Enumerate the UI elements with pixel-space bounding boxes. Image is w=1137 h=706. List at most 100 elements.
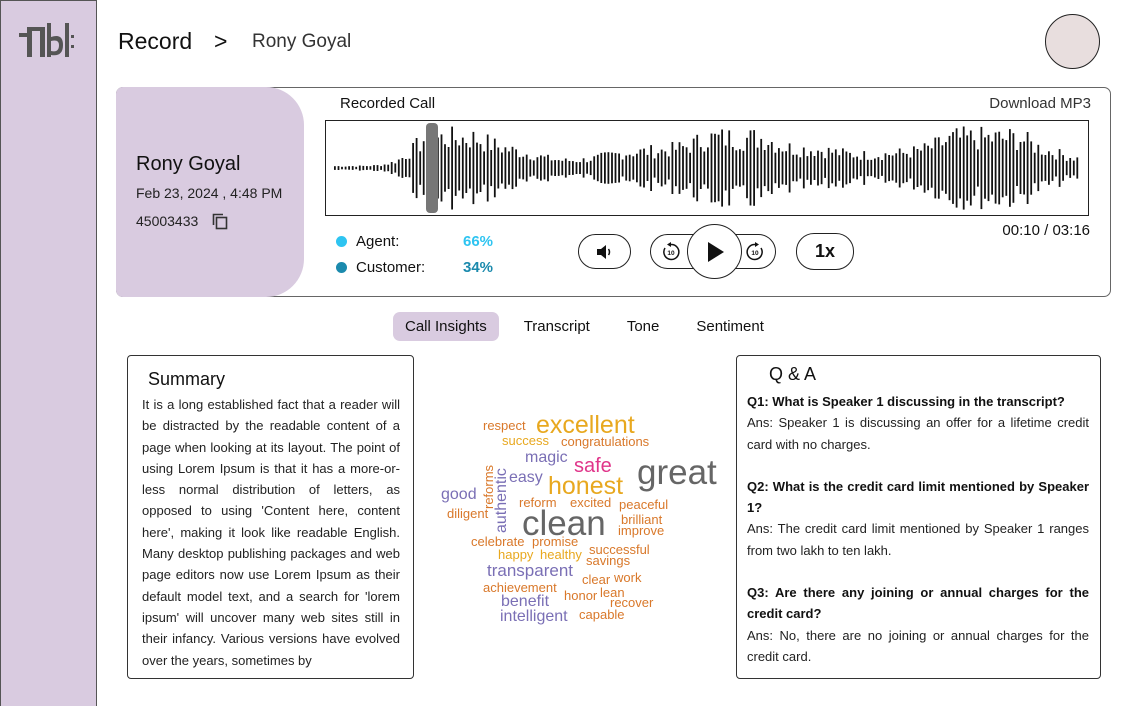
waveform-bar xyxy=(852,157,855,179)
waveform-bar xyxy=(397,159,400,177)
speed-label: 1x xyxy=(814,241,836,261)
tab-transcript[interactable]: Transcript xyxy=(512,312,602,341)
waveform-bar xyxy=(660,149,663,187)
copy-icon[interactable] xyxy=(212,213,228,230)
play-button[interactable] xyxy=(687,224,742,279)
waveform-graphic xyxy=(334,123,1079,213)
waveform-bar xyxy=(682,146,684,190)
waveform-bar xyxy=(973,140,976,196)
waveform-bar xyxy=(351,166,354,170)
waveform-bar xyxy=(760,138,763,198)
waveform-bar xyxy=(390,162,393,174)
waveform-bar xyxy=(689,152,691,184)
waveform-bar xyxy=(685,147,688,189)
word-good: good xyxy=(441,486,477,503)
waveform-bar xyxy=(667,156,670,180)
waveform-bar xyxy=(650,145,652,191)
waveform-bar xyxy=(561,160,564,176)
waveform-bar xyxy=(334,166,336,170)
tab-sentiment[interactable]: Sentiment xyxy=(684,312,776,341)
word-easy: easy xyxy=(509,469,543,486)
waveform-bar xyxy=(955,128,958,208)
waveform-bar xyxy=(671,142,674,194)
tab-call-insights[interactable]: Call Insights xyxy=(393,312,499,341)
waveform-bar xyxy=(554,160,556,176)
playhead-handle[interactable] xyxy=(426,123,438,213)
waveform-bar xyxy=(575,162,578,174)
waveform-bar xyxy=(895,153,898,183)
page-title[interactable]: Record xyxy=(118,28,192,55)
waveform-bar xyxy=(909,157,912,179)
waveform-bar xyxy=(728,130,731,206)
waveform-bar xyxy=(408,158,411,178)
summary-text: It is a long established fact that a rea… xyxy=(142,397,400,668)
tab-tone[interactable]: Tone xyxy=(615,312,672,341)
waveform-bar xyxy=(540,155,542,181)
app-logo[interactable] xyxy=(19,23,83,61)
waveform-bar xyxy=(717,134,720,202)
waveform-bar xyxy=(923,143,926,193)
waveform-bar xyxy=(959,137,961,199)
summary-title: Summary xyxy=(148,369,226,389)
qa-title: Q & A xyxy=(769,364,817,384)
waveform-bar xyxy=(486,134,489,202)
qa-spacer xyxy=(747,561,1089,582)
speaker-icon xyxy=(596,244,610,259)
waveform-bar xyxy=(529,159,532,177)
waveform-bar xyxy=(1065,160,1068,176)
download-mp3-link[interactable]: Download MP3 xyxy=(989,95,1091,112)
waveform-bar xyxy=(373,165,375,171)
waveform-bar xyxy=(618,153,620,183)
qa-answer-1: Ans: Speaker 1 is discussing an offer fo… xyxy=(747,415,1089,452)
waveform-bar xyxy=(692,138,695,198)
agent-label: Agent: xyxy=(356,233,400,250)
word-respect: respect xyxy=(483,418,526,433)
waveform-bar xyxy=(380,166,382,170)
waveform-bar xyxy=(1019,142,1022,194)
summary-panel[interactable]: Summary It is a long established fact th… xyxy=(127,355,414,679)
forward-10-label: 10 xyxy=(751,250,759,257)
waveform-bar xyxy=(884,153,887,183)
waveform-bar xyxy=(735,150,738,186)
waveform-bar xyxy=(1044,155,1047,181)
waveform-bar xyxy=(913,146,915,190)
waveform-bar xyxy=(1001,138,1004,198)
waveform-bar xyxy=(518,157,521,179)
waveform-bar xyxy=(497,147,500,189)
waveform-bar xyxy=(1033,152,1036,184)
waveform-bar xyxy=(465,143,468,193)
volume-button[interactable] xyxy=(578,234,631,269)
waveform-bar xyxy=(721,129,723,207)
speed-button[interactable]: 1x xyxy=(796,233,854,270)
waveform-bar xyxy=(802,147,805,189)
avatar[interactable] xyxy=(1045,14,1100,69)
waveform[interactable] xyxy=(325,120,1089,216)
waveform-bar xyxy=(785,151,787,185)
waveform-bar xyxy=(362,165,365,171)
waveform-bar xyxy=(614,153,617,183)
waveform-bar xyxy=(522,156,525,180)
waveform-bar xyxy=(508,151,510,185)
waveform-bar xyxy=(831,152,834,184)
waveform-bar xyxy=(774,152,777,184)
waveform-bar xyxy=(1048,151,1050,185)
waveform-bar xyxy=(490,150,493,187)
word-happy: happy xyxy=(498,547,534,562)
word-healthy: healthy xyxy=(540,547,582,562)
rewind-10-icon[interactable]: 10 xyxy=(661,241,681,262)
waveform-bar xyxy=(653,158,656,178)
forward-10-icon[interactable]: 10 xyxy=(745,241,765,262)
waveform-bar xyxy=(920,150,922,186)
waveform-bar xyxy=(387,164,390,172)
waveform-bar xyxy=(767,145,770,192)
waveform-bar xyxy=(859,159,862,177)
waveform-bar xyxy=(927,145,929,191)
waveform-bar xyxy=(888,155,890,182)
waveform-bar xyxy=(593,156,596,180)
qa-panel[interactable]: Q & A Q1: What is Speaker 1 discussing i… xyxy=(736,355,1101,679)
waveform-bar xyxy=(898,148,901,188)
waveform-bar xyxy=(532,160,535,176)
waveform-bar xyxy=(657,153,660,183)
waveform-bar xyxy=(948,135,951,201)
waveform-bar xyxy=(483,151,485,185)
